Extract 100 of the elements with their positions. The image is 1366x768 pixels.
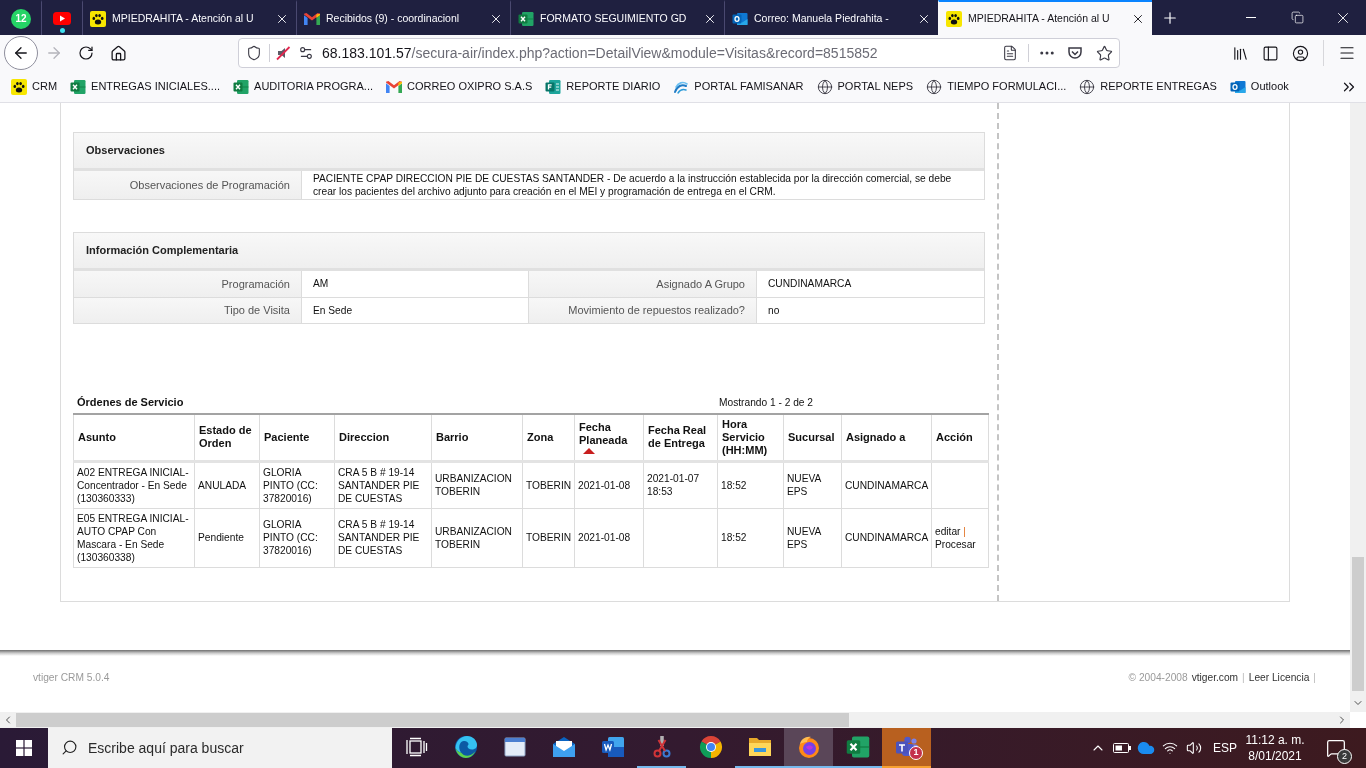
column-header[interactable]: Estado de Orden xyxy=(194,414,260,461)
field-label: Observaciones de Programación xyxy=(74,171,302,199)
table-cell: TOBERIN xyxy=(522,508,575,567)
table-cell: TOBERIN xyxy=(522,461,575,508)
fox-globe-icon xyxy=(796,735,821,759)
table-cell: 18:52 xyxy=(717,461,784,508)
column-header[interactable]: Acción xyxy=(931,414,989,461)
action-link[interactable]: Procesar xyxy=(935,538,976,550)
bookmark-item[interactable]: ENTREGAS INICIALES.... xyxy=(67,74,224,99)
browser-tab[interactable]: MPIEDRAHITA - Atención al U xyxy=(938,0,1152,35)
wave-circle-icon xyxy=(453,735,478,759)
column-header[interactable]: Asunto xyxy=(73,414,195,461)
separator-text: | xyxy=(1313,671,1316,686)
section-title: Órdenes de Servicio xyxy=(76,394,185,410)
speaker-icon[interactable] xyxy=(1186,740,1202,756)
column-header[interactable]: Sucursal xyxy=(783,414,842,461)
bookmark-item[interactable]: Outlook xyxy=(1226,74,1292,99)
bookmark-item[interactable]: PORTAL NEPS xyxy=(813,74,917,99)
star-icon[interactable] xyxy=(1095,44,1113,62)
restore-icon xyxy=(1290,11,1304,24)
cloud-icon[interactable] xyxy=(1137,739,1155,757)
reload-icon xyxy=(78,45,94,61)
mail-m-icon xyxy=(304,12,320,25)
notification-count-badge: 2 xyxy=(1337,749,1352,764)
taskbar-button[interactable]: 1 xyxy=(882,728,931,768)
back-button[interactable] xyxy=(4,36,38,70)
table-cell: CUNDINAMARCA xyxy=(841,461,932,508)
column-header[interactable]: Direccion xyxy=(334,414,432,461)
bookmark-item[interactable]: TIEMPO FORMULACI... xyxy=(923,74,1070,99)
bookmark-item[interactable]: CORREO OXIPRO S.A.S xyxy=(383,74,536,99)
sort-arrow-icon[interactable] xyxy=(583,447,595,454)
sidebar-icon xyxy=(1261,44,1279,62)
scrollbar-thumb[interactable] xyxy=(1352,557,1364,691)
table-cell: 2021-01-08 xyxy=(574,508,644,567)
clock-time[interactable]: 11:12 a. m. xyxy=(1245,732,1305,748)
bookmark-item[interactable]: REPORTE DIARIO xyxy=(542,74,664,99)
vertical-scrollbar[interactable] xyxy=(1350,103,1366,712)
paw-icon xyxy=(11,78,27,95)
w-document-icon xyxy=(600,735,625,759)
column-header[interactable]: Fecha Planeada xyxy=(574,414,644,461)
sliders-icon[interactable] xyxy=(298,45,314,61)
table-cell: GLORIA PINTO (CC: 37820016) xyxy=(259,461,335,508)
section-header: Observaciones xyxy=(74,133,984,171)
table-cell: URBANIZACION TOBERIN xyxy=(431,461,523,508)
field-value: CUNDINAMARCA xyxy=(767,277,853,292)
globe-icon xyxy=(1079,78,1096,95)
chevron-shield-icon[interactable] xyxy=(1067,45,1083,61)
section-header: Información Complementaria xyxy=(74,233,984,271)
window-panes-icon xyxy=(16,740,32,756)
wifi-icon[interactable] xyxy=(1162,740,1178,756)
shield-icon[interactable] xyxy=(246,45,262,61)
globe-icon xyxy=(816,78,833,95)
table-cell: CRA 5 B # 19-14 SANTANDER PIE DE CUESTAS xyxy=(334,508,432,567)
version-text: vtiger CRM 5.0.4 xyxy=(33,671,110,686)
slashed-speaker-icon[interactable] xyxy=(275,45,291,61)
paw-icon xyxy=(946,10,962,27)
field-value: PACIENTE CPAP DIRECCION PIE DE CUESTAS SANTANDER - De acuerdo a la instrucción establecida por la dirección comercial, se debe crear los pacientes del archivo adjunto para creación en el MEI y programación de entrega en el CRM. xyxy=(312,172,953,199)
language-indicator[interactable]: ESP xyxy=(1206,739,1244,757)
footer-link[interactable]: vtiger.com xyxy=(1191,670,1239,686)
unread-count-badge: 12 xyxy=(11,8,31,29)
bookmark-item[interactable]: PORTAL FAMISANAR xyxy=(670,74,807,99)
search-field[interactable]: Escribe aquí para buscar xyxy=(48,728,392,768)
column-header[interactable]: Zona xyxy=(522,414,575,461)
globe-icon xyxy=(926,78,943,95)
paging-text: Mostrando 1 - 2 de 2 xyxy=(719,395,813,410)
window-icon xyxy=(503,737,526,757)
column-header[interactable]: Barrio xyxy=(431,414,523,461)
table-cell: CUNDINAMARCA xyxy=(841,508,932,567)
menu-icon xyxy=(1338,44,1356,62)
scrollbar-thumb[interactable] xyxy=(16,713,849,727)
spreadsheet-icon xyxy=(845,735,870,759)
copyright-text: © 2004-2008 xyxy=(1128,671,1188,686)
paw-icon xyxy=(90,10,106,27)
clock-date[interactable]: 8/01/2021 xyxy=(1248,748,1302,764)
url-field[interactable]: 68.183.101.57/secura-air/index.php?action=DetailView&module=Visitas&record=8515852 xyxy=(238,38,1120,68)
table-cell: NUEVA EPS xyxy=(783,508,842,567)
bookmark-item[interactable]: CRM xyxy=(8,74,61,99)
column-header[interactable]: Paciente xyxy=(259,414,335,461)
document-icon[interactable] xyxy=(1002,45,1018,61)
table-cell: GLORIA PINTO (CC: 37820016) xyxy=(259,508,335,567)
field-value: no xyxy=(767,303,781,318)
column-header[interactable]: Hora Servicio (HH:MM) xyxy=(717,414,784,461)
account-icon xyxy=(1291,44,1309,62)
bookmark-item[interactable]: REPORTE ENTREGAS xyxy=(1076,74,1220,99)
battery-icon[interactable] xyxy=(1112,742,1132,754)
column-header[interactable]: Asignado a xyxy=(841,414,932,461)
field-label: Movimiento de repuestos realizado? xyxy=(529,298,757,323)
envelope-icon xyxy=(551,736,576,758)
action-link[interactable]: editar xyxy=(935,525,961,537)
bookmark-item[interactable]: AUDITORIA PROGRA... xyxy=(230,74,377,99)
footer-link[interactable]: Leer Licencia xyxy=(1248,670,1310,686)
books-icon xyxy=(1231,44,1249,62)
separator-text: | xyxy=(1242,671,1245,686)
form-icon xyxy=(545,78,562,95)
notifications-button[interactable]: 2 xyxy=(1314,728,1358,768)
message-icon xyxy=(1326,738,1346,758)
table-cell: 18:52 xyxy=(717,508,784,567)
horizontal-scrollbar[interactable] xyxy=(0,712,1350,728)
column-header[interactable]: Fecha Real de Entrega xyxy=(643,414,718,461)
right-arrow-icon xyxy=(45,44,63,62)
